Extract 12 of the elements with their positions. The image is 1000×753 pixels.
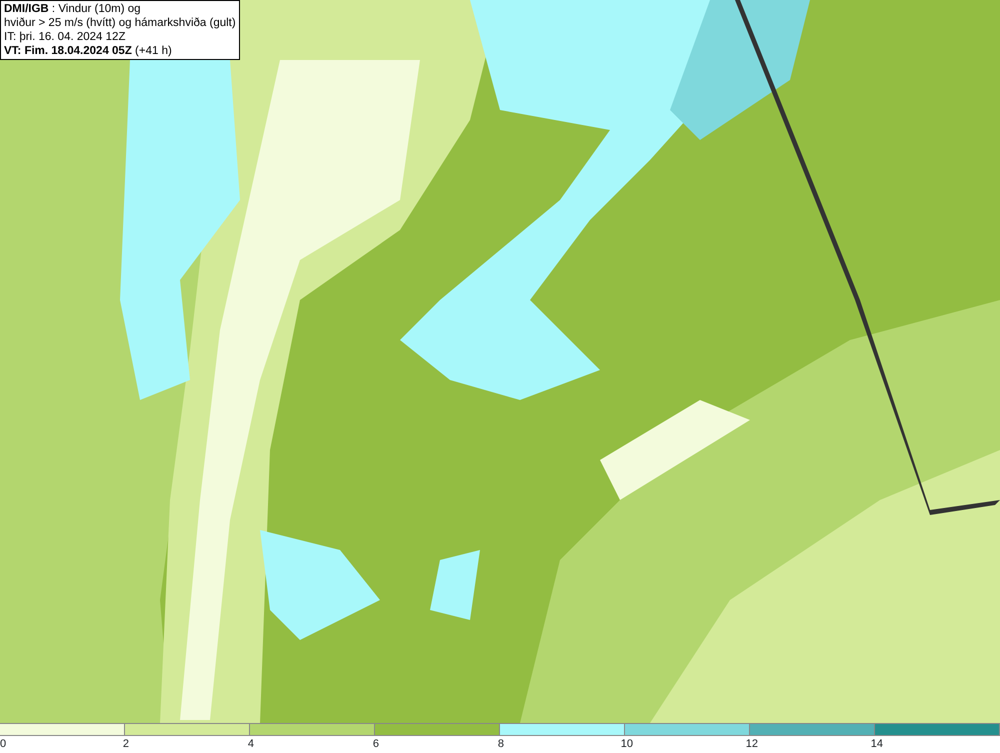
title-line: VT: Fim. 18.04.2024 05Z (+41 h)	[4, 44, 173, 58]
tick-label: 8	[498, 737, 504, 752]
title-line: hviður > 25 m/s (hvítt) og hámarkshviða (gult)	[4, 16, 236, 30]
tick-label: 0	[0, 737, 6, 752]
tick-label: 10	[620, 737, 633, 752]
tick-label: 14	[870, 737, 883, 752]
title-line: DMI/IGB : Vindur (10m) og	[4, 2, 142, 16]
tick-label: 2	[122, 737, 129, 752]
tick-label: 6	[372, 737, 379, 752]
tick-label: 4	[248, 737, 254, 752]
title-line: IT: þri. 16. 04. 2024 12Z	[4, 30, 126, 44]
tick-label: 12	[746, 737, 758, 752]
